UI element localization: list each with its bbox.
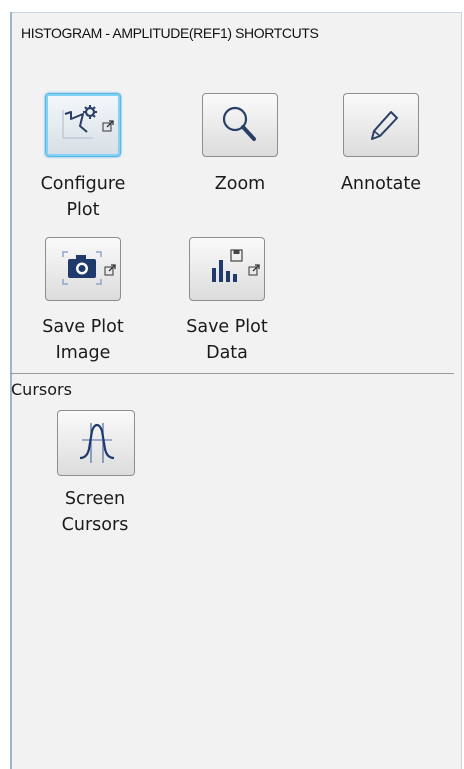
bar-chart-save-icon bbox=[212, 249, 260, 282]
camera-icon bbox=[62, 251, 116, 285]
popout-icon bbox=[104, 264, 116, 276]
save-plot-image-button[interactable] bbox=[45, 237, 121, 301]
save-plot-data-label-1: Save Plot bbox=[186, 317, 268, 337]
screen-cursors-label-2: Cursors bbox=[61, 515, 129, 535]
screen-cursors-label-1: Screen bbox=[64, 489, 126, 509]
screen-cursors-button[interactable] bbox=[57, 410, 135, 476]
zoom-button[interactable] bbox=[202, 93, 278, 157]
save-plot-data-button[interactable] bbox=[189, 237, 265, 301]
save-plot-data-label-2: Data bbox=[206, 343, 248, 363]
save-disk-icon bbox=[230, 249, 243, 262]
popout-icon bbox=[248, 264, 260, 276]
save-plot-image-label-1: Save Plot bbox=[42, 317, 124, 337]
save-plot-image-label-2: Image bbox=[55, 343, 111, 363]
annotate-button[interactable] bbox=[343, 93, 419, 157]
configure-plot-label-2: Plot bbox=[66, 200, 100, 220]
zoom-label: Zoom bbox=[214, 174, 266, 194]
screen-cursors-icon bbox=[79, 423, 115, 463]
zoom-icon bbox=[222, 106, 256, 141]
configure-plot-label-1: Configure bbox=[40, 174, 126, 194]
pencil-icon bbox=[371, 111, 398, 140]
configure-plot-icon bbox=[62, 105, 114, 139]
configure-plot-button[interactable] bbox=[45, 93, 121, 157]
annotate-label: Annotate bbox=[340, 174, 422, 194]
popout-icon bbox=[102, 120, 114, 132]
panel-title: HISTOGRAM - AMPLITUDE(REF1) SHORTCUTS bbox=[21, 25, 319, 41]
cursors-section-heading: Cursors bbox=[11, 380, 72, 399]
section-divider bbox=[10, 373, 454, 374]
